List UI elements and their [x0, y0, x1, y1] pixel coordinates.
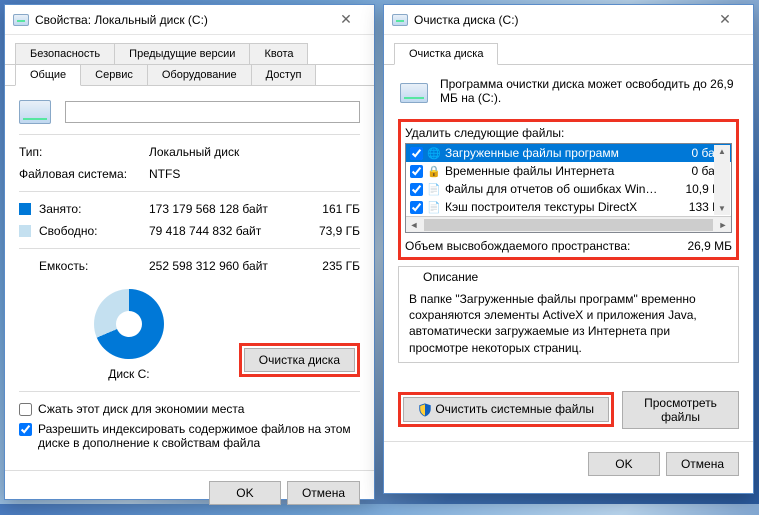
file-row[interactable]: 🌐Загруженные файлы программ0 байт — [406, 144, 731, 162]
vertical-scrollbar[interactable]: ▲▼ — [714, 145, 730, 215]
fs-value: NTFS — [149, 167, 180, 181]
file-name: Загруженные файлы программ — [445, 146, 667, 160]
disk-label: Диск C: — [19, 367, 239, 381]
tab-access[interactable]: Доступ — [251, 64, 317, 85]
free-label: Свободно: — [39, 224, 149, 238]
clean-system-files-button[interactable]: Очистить системные файлы — [403, 397, 609, 422]
type-label: Тип: — [19, 145, 149, 159]
cap-gb: 235 ГБ — [289, 259, 360, 273]
window-title: Очистка диска (C:) — [414, 13, 705, 27]
free-swatch — [19, 225, 31, 237]
doc-icon: 📄 — [427, 182, 441, 196]
index-input[interactable] — [19, 423, 32, 436]
file-checkbox[interactable] — [410, 183, 423, 196]
used-gb: 161 ГБ — [289, 202, 360, 216]
file-checkbox[interactable] — [410, 147, 423, 160]
cleanup-info-icon — [398, 77, 430, 109]
scroll-right-icon[interactable]: ► — [715, 218, 731, 232]
cancel-button[interactable]: Отмена — [287, 481, 360, 505]
compress-label: Сжать этот диск для экономии места — [38, 402, 244, 416]
type-value: Локальный диск — [149, 145, 239, 159]
scroll-left-icon[interactable]: ◄ — [406, 218, 422, 232]
free-bytes: 79 418 744 832 байт — [149, 224, 289, 238]
ok-button[interactable]: OK — [209, 481, 281, 505]
highlight-cleanup: Очистка диска — [239, 343, 360, 377]
usage-pie-chart — [94, 289, 164, 359]
file-name: Кэш построителя текстуры DirectX — [445, 200, 667, 214]
dialog-footer: OK Отмена — [5, 470, 374, 515]
cancel-button[interactable]: Отмена — [666, 452, 739, 476]
info-text: Программа очистки диска может освободить… — [440, 77, 739, 105]
drive-icon — [392, 12, 408, 28]
used-bytes: 173 179 568 128 байт — [149, 202, 289, 216]
tabs-row: Безопасность Предыдущие версии Квота — [5, 35, 374, 65]
delete-label: Удалить следующие файлы: — [405, 126, 732, 140]
tab-cleanup[interactable]: Очистка диска — [394, 43, 498, 65]
tab-quota[interactable]: Квота — [249, 43, 308, 64]
cap-bytes: 252 598 312 960 байт — [149, 259, 289, 273]
shield-icon — [418, 403, 432, 417]
tab-prev-versions[interactable]: Предыдущие версии — [114, 43, 250, 64]
ok-button[interactable]: OK — [588, 452, 660, 476]
highlight-filelist: Удалить следующие файлы: 🌐 Загруженные фа… — [398, 119, 739, 260]
sysfiles-label: Очистить системные файлы — [435, 402, 594, 416]
used-swatch — [19, 203, 31, 215]
fs-label: Файловая система: — [19, 167, 149, 181]
doc-icon: 📄 — [427, 200, 441, 214]
total-label: Объем высвобождаемого пространства: — [405, 239, 687, 253]
general-panel: Тип: Локальный диск Файловая система: NT… — [5, 86, 374, 470]
lock-icon: 🔒 — [427, 164, 441, 178]
file-row[interactable]: 📄Кэш построителя текстуры DirectX133 КБ — [406, 198, 731, 216]
index-checkbox[interactable]: Разрешить индексировать содержимое файло… — [19, 422, 360, 450]
titlebar: Очистка диска (C:) ✕ — [384, 5, 753, 35]
globe-icon: 🌐 — [427, 146, 441, 160]
close-icon[interactable]: ✕ — [326, 6, 366, 34]
tab-security[interactable]: Безопасность — [15, 43, 115, 64]
used-label: Занято: — [39, 202, 149, 216]
description-title: Описание — [419, 270, 482, 284]
description-text: В папке "Загруженные файлы программ" вре… — [409, 291, 728, 356]
view-files-button[interactable]: Просмотреть файлы — [622, 391, 739, 429]
file-checkbox[interactable] — [410, 201, 423, 214]
dialog-footer: OK Отмена — [384, 441, 753, 486]
tab-hardware[interactable]: Оборудование — [147, 64, 252, 85]
compress-input[interactable] — [19, 403, 32, 416]
file-name: Файлы для отчетов об ошибках Win… — [445, 182, 667, 196]
cleanup-panel: Программа очистки диска может освободить… — [384, 65, 753, 441]
window-title: Свойства: Локальный диск (C:) — [35, 13, 326, 27]
file-name: Временные файлы Интернета — [445, 164, 667, 178]
titlebar: Свойства: Локальный диск (C:) ✕ — [5, 5, 374, 35]
disk-cleanup-button[interactable]: Очистка диска — [244, 348, 355, 372]
total-value: 26,9 МБ — [687, 239, 732, 253]
file-row[interactable]: 📄Файлы для отчетов об ошибках Win…10,9 К… — [406, 180, 731, 198]
scroll-thumb[interactable] — [424, 219, 713, 231]
cleanup-dialog: Очистка диска (C:) ✕ Очистка диска Прогр… — [383, 4, 754, 494]
description-group: Описание В папке "Загруженные файлы прог… — [398, 266, 739, 363]
tab-general[interactable]: Общие — [15, 64, 81, 86]
index-label: Разрешить индексировать содержимое файло… — [38, 422, 360, 450]
close-icon[interactable]: ✕ — [705, 6, 745, 34]
tabs-row2: Общие Сервис Оборудование Доступ — [5, 64, 374, 86]
compress-checkbox[interactable]: Сжать этот диск для экономии места — [19, 402, 360, 416]
properties-dialog: Свойства: Локальный диск (C:) ✕ Безопасн… — [4, 4, 375, 500]
file-row[interactable]: 🔒Временные файлы Интернета0 байт — [406, 162, 731, 180]
file-list[interactable]: 🌐Загруженные файлы программ0 байт🔒Времен… — [405, 143, 732, 233]
scroll-up-icon[interactable]: ▲ — [716, 145, 728, 158]
free-gb: 73,9 ГБ — [289, 224, 360, 238]
scroll-down-icon[interactable]: ▼ — [716, 202, 728, 215]
drive-icon — [13, 12, 29, 28]
tab-service[interactable]: Сервис — [80, 64, 148, 85]
horizontal-scrollbar[interactable]: ◄ ► — [406, 216, 731, 232]
file-checkbox[interactable] — [410, 165, 423, 178]
highlight-sysfiles: Очистить системные файлы — [398, 392, 614, 427]
tabs: Очистка диска — [384, 35, 753, 65]
drive-label-input[interactable] — [65, 101, 360, 123]
drive-large-icon — [19, 100, 51, 124]
cap-label: Емкость: — [39, 259, 149, 273]
